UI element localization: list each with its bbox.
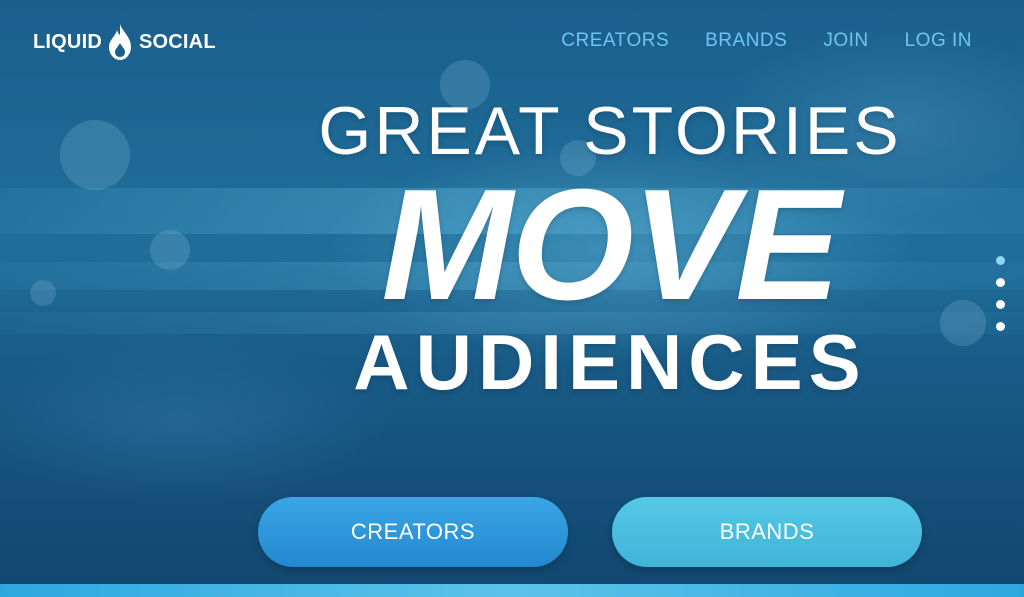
- slide-dot-2[interactable]: [996, 278, 1005, 287]
- brands-button[interactable]: BRANDS: [612, 497, 922, 567]
- hero-headline: GREAT STORIES MOVE AUDIENCES: [270, 90, 950, 408]
- headline-line-3: AUDIENCES: [353, 318, 867, 406]
- slide-dot-1[interactable]: [996, 256, 1005, 265]
- slide-dot-4[interactable]: [996, 322, 1005, 331]
- nav-join[interactable]: JOIN: [823, 30, 868, 52]
- logo-text-left: LIQUID: [33, 30, 102, 53]
- flame-drop-icon: [108, 24, 131, 60]
- logo-text-right: SOCIAL: [138, 30, 216, 53]
- creators-button[interactable]: CREATORS: [258, 497, 568, 567]
- nav-brands[interactable]: BRANDS: [705, 30, 787, 52]
- main-nav: CREATORS BRANDS JOIN LOG IN: [561, 30, 972, 52]
- nav-log-in[interactable]: LOG IN: [905, 30, 972, 52]
- bokeh-light: [60, 120, 130, 190]
- bottom-strip: [0, 584, 1024, 597]
- slide-indicator: [996, 256, 1006, 344]
- nav-creators[interactable]: CREATORS: [561, 30, 669, 52]
- slide-dot-3[interactable]: [996, 300, 1005, 309]
- bokeh-light: [150, 230, 190, 270]
- logo[interactable]: LIQUID SOCIAL: [33, 20, 216, 64]
- bokeh-light: [30, 280, 56, 306]
- headline-line-2: MOVE: [381, 157, 840, 333]
